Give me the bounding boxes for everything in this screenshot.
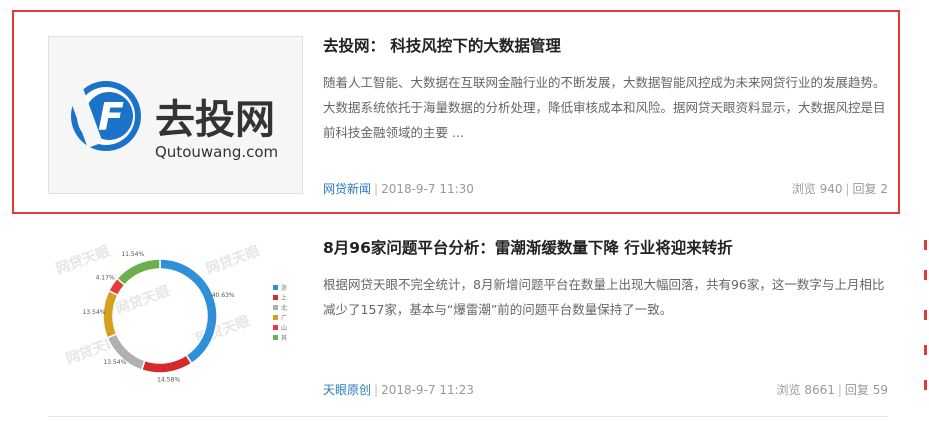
- slice-label: 11.54%: [121, 251, 144, 258]
- legend-swatch: [273, 325, 278, 330]
- highlight-frame: [12, 10, 900, 214]
- legend-label: 广: [281, 314, 287, 322]
- meta-divider: |: [837, 383, 842, 397]
- view-count: 浏览 8661: [776, 383, 835, 397]
- article-title[interactable]: 8月96家问题平台分析：雷潮渐缓数量下降 行业将迎来转折: [323, 236, 733, 258]
- donut-chart-thumbnail: 网贷天眼网贷天眼网贷天眼网贷天眼网贷天眼 40.63%14.58%13.54%1…: [48, 234, 303, 392]
- edge-mark: [924, 345, 927, 355]
- slice-label: 14.58%: [157, 376, 180, 383]
- edge-mark: [924, 240, 927, 250]
- legend-label: 浙: [281, 284, 287, 292]
- article-thumbnail[interactable]: 网贷天眼 网贷天眼 网贷天眼 网贷天眼 网贷天眼 40.63% 14.58% 13.54% 1…: [48, 234, 303, 392]
- article-stats: 浏览 8661 | 回复 59: [777, 381, 889, 398]
- legend-swatch: [273, 335, 278, 340]
- article-item[interactable]: 网贷天眼 网贷天眼 网贷天眼 网贷天眼 网贷天眼 40.63% 14.58% 13.54% 1…: [48, 218, 888, 417]
- legend-swatch: [273, 315, 278, 320]
- edge-mark: [924, 270, 927, 280]
- legend-label: 其: [281, 334, 287, 342]
- slice-label: 13.54%: [103, 359, 126, 366]
- meta-divider: |: [374, 383, 379, 397]
- legend-label: 北: [281, 304, 287, 312]
- category-link[interactable]: 天眼原创: [323, 383, 371, 397]
- legend-swatch: [273, 285, 278, 290]
- edge-mark: [924, 380, 927, 390]
- slice-label: 13.54%: [83, 309, 106, 316]
- edge-mark: [924, 310, 927, 320]
- legend-swatch: [273, 305, 278, 310]
- slice-label: 4.17%: [96, 274, 115, 281]
- article-summary: 根据网贷天眼不完全统计，8月新增问题平台在数量上出现大幅回落，共有96家，这一数…: [323, 277, 885, 317]
- slice-label: 40.63%: [212, 292, 235, 299]
- article-datetime: 2018-9-7 11:23: [381, 383, 474, 397]
- legend-label: 上: [281, 294, 287, 302]
- legend-swatch: [273, 295, 278, 300]
- article-meta: 天眼原创 | 2018-9-7 11:23: [323, 381, 474, 398]
- legend-label: 山: [281, 324, 287, 332]
- reply-count: 回复 59: [844, 383, 888, 397]
